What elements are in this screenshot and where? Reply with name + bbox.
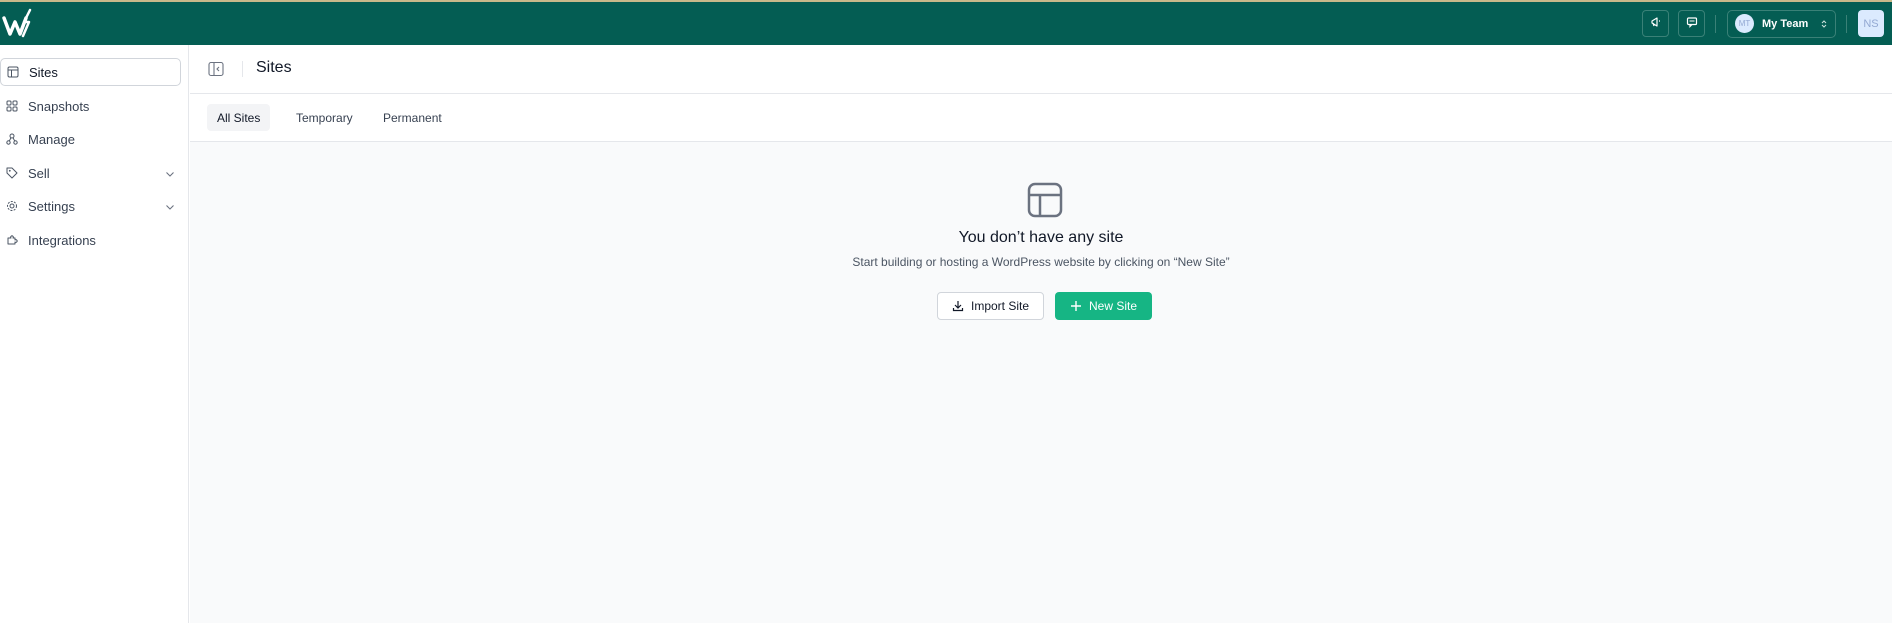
feedback-button[interactable]	[1678, 10, 1705, 37]
sidebar-item-manage[interactable]: Manage	[0, 125, 181, 153]
chevron-down-icon[interactable]	[165, 167, 175, 182]
topbar-actions: MT My Team NS	[1642, 2, 1892, 45]
message-icon	[1686, 15, 1698, 33]
sidebar-item-label: Manage	[28, 131, 75, 147]
sidebar-item-snapshots[interactable]: Snapshots	[0, 92, 181, 120]
layout-icon	[7, 66, 19, 78]
tab-all-sites[interactable]: All Sites	[207, 104, 271, 131]
puzzle-icon	[6, 234, 18, 246]
tag-icon	[6, 167, 18, 179]
sidebar-item-label: Integrations	[28, 232, 96, 248]
nodes-icon	[6, 133, 18, 145]
gear-icon	[6, 200, 18, 212]
empty-state-title: You don’t have any site	[958, 229, 1124, 246]
sidebar-item-sell[interactable]: Sell	[0, 159, 181, 187]
main-content: Sites All Sites Temporary Permanent You …	[190, 45, 1892, 623]
sidebar-item-label: Sites	[29, 64, 58, 80]
page-header: Sites	[190, 45, 1892, 94]
new-site-button[interactable]: New Site	[1055, 292, 1152, 320]
tab-permanent[interactable]: Permanent	[373, 104, 452, 131]
download-icon	[952, 300, 964, 312]
sidebar: Sites Snapshots Manage Sell Settings Int…	[0, 45, 189, 623]
new-site-label: New Site	[1088, 299, 1138, 313]
divider	[1846, 14, 1847, 33]
sidebar-item-label: Settings	[28, 198, 75, 214]
sidebar-toggle-icon[interactable]	[208, 61, 224, 77]
chevron-updown-icon	[1820, 19, 1828, 29]
import-site-label: Import Site	[970, 299, 1030, 313]
empty-state-subtitle: Start building or hosting a WordPress we…	[852, 255, 1230, 269]
sidebar-item-settings[interactable]: Settings	[0, 192, 181, 220]
grid-icon	[6, 100, 18, 112]
import-site-button[interactable]: Import Site	[937, 292, 1044, 320]
megaphone-icon	[1650, 15, 1662, 33]
announcements-button[interactable]	[1642, 10, 1669, 37]
team-name: My Team	[1762, 17, 1809, 30]
divider	[1715, 14, 1716, 33]
sidebar-item-label: Snapshots	[28, 98, 90, 114]
user-avatar[interactable]: NS	[1858, 10, 1884, 37]
team-switcher[interactable]: MT My Team	[1727, 9, 1836, 38]
sidebar-item-label: Sell	[28, 165, 50, 181]
team-avatar: MT	[1735, 14, 1754, 33]
top-navigation-bar: MT My Team NS	[0, 0, 1892, 45]
plus-icon	[1070, 300, 1082, 312]
divider	[242, 61, 243, 77]
layout-icon	[1027, 182, 1063, 218]
chevron-down-icon[interactable]	[165, 200, 175, 215]
sidebar-item-integrations[interactable]: Integrations	[0, 226, 181, 254]
app-logo-icon[interactable]	[2, 8, 36, 40]
site-filter-tabs: All Sites Temporary Permanent	[190, 94, 1892, 142]
page-title: Sites	[256, 59, 292, 76]
sidebar-item-sites[interactable]: Sites	[0, 58, 181, 86]
tab-temporary[interactable]: Temporary	[286, 104, 363, 131]
